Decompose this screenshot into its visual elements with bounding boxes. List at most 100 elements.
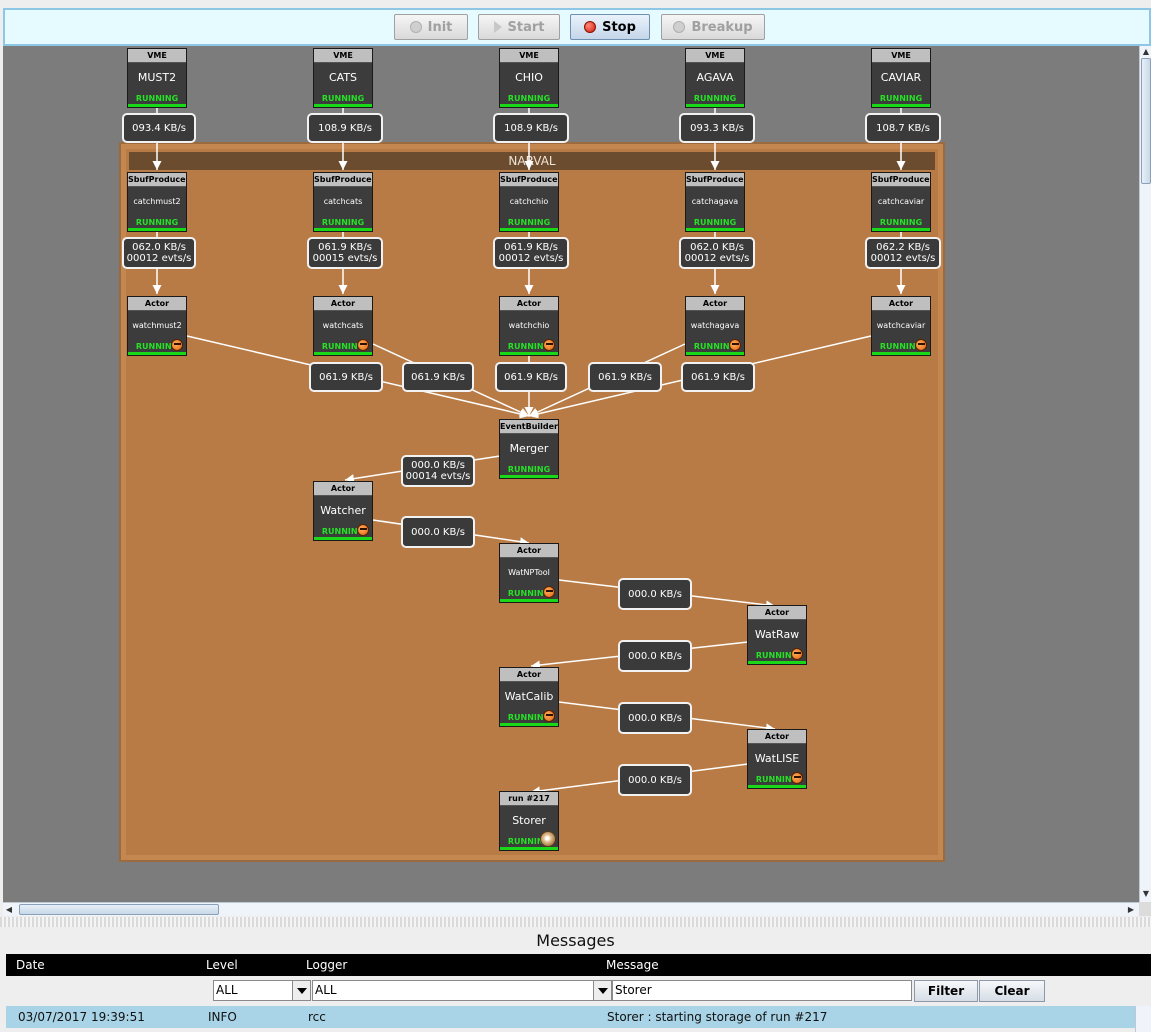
init-button[interactable]: Init (394, 14, 468, 40)
node-type: Actor (748, 730, 806, 744)
watcher-face-icon (791, 772, 803, 784)
node-type: Actor (314, 297, 372, 311)
chevron-down-icon[interactable] (593, 981, 611, 1000)
rate-label: 000.0 KB/s (618, 702, 692, 734)
status-bar (686, 104, 744, 107)
start-button[interactable]: Start (478, 14, 560, 40)
rate-label: 000.0 KB/s (401, 516, 475, 548)
node-actor-watraw[interactable]: Actor WatRaw RUNNING (747, 605, 807, 665)
horizontal-scroll-thumb[interactable] (19, 904, 219, 915)
breakup-icon (673, 21, 686, 33)
node-actor-watchcaviar[interactable]: Actor watchcaviar RUNNING (871, 296, 931, 356)
node-name: MUST2 (137, 71, 177, 84)
rate-label: 000.0 KB/s (618, 578, 692, 610)
breakup-label: Breakup (691, 19, 753, 35)
clear-button[interactable]: Clear (979, 980, 1045, 1002)
node-storer[interactable]: run #217 Storer RUNNING (499, 791, 559, 851)
rate-value: 000.0 KB/s (628, 774, 682, 786)
rate-label: 093.3 KB/s (679, 113, 755, 143)
node-name: catchchio (509, 197, 549, 206)
topology-canvas[interactable]: NARVAL VME MUST2 RUNNING VME CATS RUNNIN… (3, 46, 1139, 902)
node-name: WatLISE (754, 752, 800, 765)
node-type: EventBuilder (500, 420, 558, 434)
node-actor-watcalib[interactable]: Actor WatCalib RUNNING (499, 667, 559, 727)
horizontal-scrollbar[interactable]: ◀ ▶ (3, 902, 1139, 916)
level-filter-select[interactable]: ALL (213, 980, 311, 1001)
rate-value: 108.7 KB/s (876, 122, 930, 134)
col-level[interactable]: Level (206, 958, 238, 972)
messages-scrollbar[interactable] (1135, 1006, 1151, 1032)
control-toolbar: Init Start Stop Breakup (3, 8, 1151, 46)
watcher-face-icon (357, 339, 369, 351)
messages-table-header: Date Level Logger Message (6, 954, 1151, 976)
node-state: RUNNING (693, 218, 737, 227)
node-type: run #217 (500, 792, 558, 806)
watcher-face-icon (543, 710, 555, 722)
watcher-face-icon (543, 586, 555, 598)
node-actor-watchchio[interactable]: Actor watchchio RUNNING (499, 296, 559, 356)
stop-button[interactable]: Stop (570, 14, 650, 40)
node-actor-watlise[interactable]: Actor WatLISE RUNNING (747, 729, 807, 789)
stop-label: Stop (602, 19, 636, 35)
scroll-up-icon[interactable]: ▲ (1140, 46, 1151, 58)
status-bar (314, 352, 372, 355)
rate-value: 108.9 KB/s (318, 122, 372, 134)
status-bar (748, 661, 806, 664)
message-filter-input[interactable]: Storer (612, 980, 912, 1001)
node-producer-catchagava[interactable]: SbufProducer catchagava RUNNING (685, 172, 745, 232)
rate-label: 061.9 KB/s (402, 362, 474, 392)
table-row[interactable]: 03/07/2017 19:39:51 INFO rcc Storer : st… (6, 1006, 1135, 1028)
scroll-left-icon[interactable]: ◀ (3, 904, 15, 916)
node-actor-watnptool[interactable]: Actor WatNPTool RUNNING (499, 543, 559, 603)
node-name: WatCalib (504, 690, 554, 703)
rate-kbs: 061.9 KB/s (504, 242, 558, 253)
rate-label: 093.4 KB/s (122, 113, 196, 143)
status-bar (500, 475, 558, 478)
node-vme-agava[interactable]: VME AGAVA RUNNING (685, 48, 745, 108)
node-vme-must2[interactable]: VME MUST2 RUNNING (127, 48, 187, 108)
node-producer-catchchio[interactable]: SbufProducer catchchio RUNNING (499, 172, 559, 232)
chevron-down-icon[interactable] (292, 981, 310, 1000)
rate-kbs: 062.0 KB/s (132, 242, 186, 253)
node-actor-watchcats[interactable]: Actor watchcats RUNNING (313, 296, 373, 356)
node-actor-watchmust2[interactable]: Actor watchmust2 RUNNING (127, 296, 187, 356)
status-bar (128, 104, 186, 107)
status-bar (128, 352, 186, 355)
node-name: watchcats (322, 321, 364, 330)
status-bar (500, 352, 558, 355)
col-date[interactable]: Date (16, 958, 45, 972)
scroll-down-icon[interactable]: ▼ (1140, 888, 1151, 900)
logger-filter-select[interactable]: ALL (312, 980, 612, 1001)
filter-button[interactable]: Filter (914, 980, 978, 1002)
node-state: RUNNING (879, 218, 923, 227)
pane-splitter[interactable] (0, 917, 1151, 927)
scroll-right-icon[interactable]: ▶ (1125, 904, 1137, 916)
rate-value: 000.0 KB/s (628, 650, 682, 662)
node-vme-chio[interactable]: VME CHIO RUNNING (499, 48, 559, 108)
node-actor-watchagava[interactable]: Actor watchagava RUNNING (685, 296, 745, 356)
node-name: catchagava (691, 197, 739, 206)
breakup-button[interactable]: Breakup (661, 14, 765, 40)
rate-value: 093.3 KB/s (690, 122, 744, 134)
node-name: Watcher (320, 504, 366, 517)
rate-evts: 00012 evts/s (126, 253, 192, 264)
node-producer-catchmust2[interactable]: SbufProducer catchmust2 RUNNING (127, 172, 187, 232)
col-logger[interactable]: Logger (306, 958, 347, 972)
vertical-scroll-thumb[interactable] (1141, 58, 1151, 184)
message-filter-value: Storer (615, 983, 652, 997)
node-producer-catchcaviar[interactable]: SbufProducer catchcaviar RUNNING (871, 172, 931, 232)
row-message: Storer : starting storage of run #217 (607, 1010, 828, 1024)
node-vme-caviar[interactable]: VME CAVIAR RUNNING (871, 48, 931, 108)
col-message[interactable]: Message (606, 958, 659, 972)
node-vme-cats[interactable]: VME CATS RUNNING (313, 48, 373, 108)
node-producer-catchcats[interactable]: SbufProducer catchcats RUNNING (313, 172, 373, 232)
status-bar (872, 352, 930, 355)
watcher-face-icon (357, 524, 369, 536)
node-eventbuilder-merger[interactable]: EventBuilder Merger RUNNING (499, 419, 559, 479)
vertical-scrollbar[interactable]: ▲ ▼ (1139, 46, 1151, 902)
messages-title: Messages (536, 931, 615, 950)
rate-label: 108.9 KB/s (493, 113, 569, 143)
watcher-face-icon (543, 339, 555, 351)
node-actor-watcher[interactable]: Actor Watcher RUNNING (313, 481, 373, 541)
node-type: Actor (872, 297, 930, 311)
